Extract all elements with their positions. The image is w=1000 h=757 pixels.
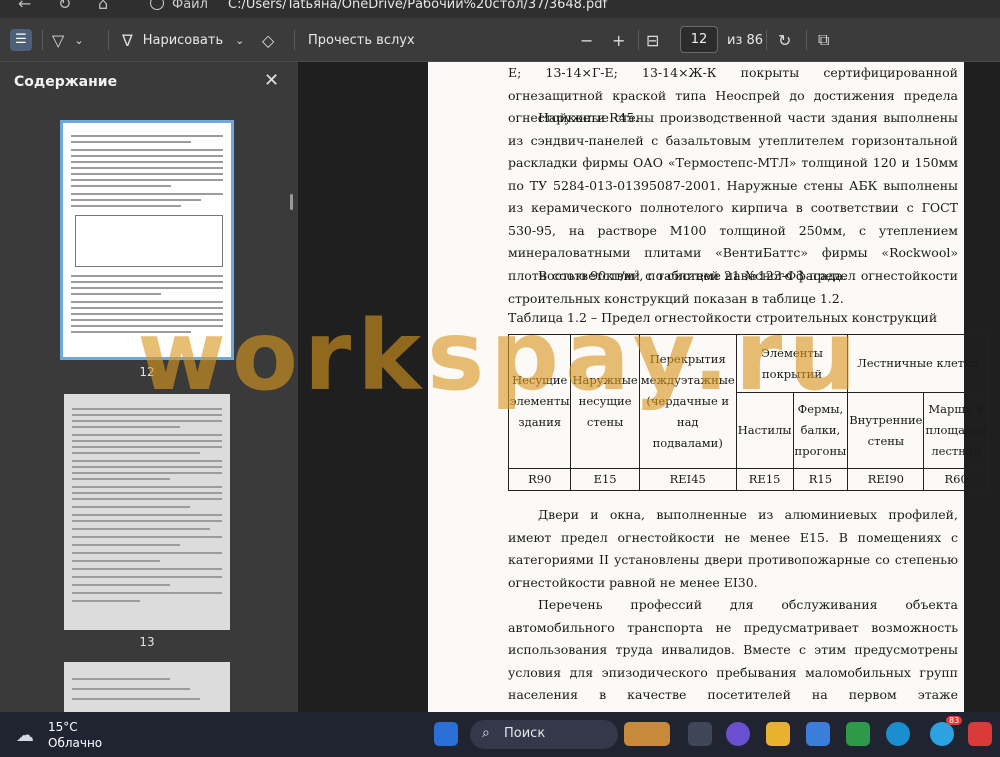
telegram-icon[interactable] — [930, 722, 954, 746]
thumbnail-page-number: 13 — [139, 635, 155, 649]
pdf-toolbar: ☰ ▽ ⌄ ∇ Нарисовать ⌄ ◇ Прочесть вслух − … — [0, 18, 1000, 62]
table-header-cell: Настилы — [735, 392, 794, 469]
page-view-icon: ⧉ — [818, 30, 830, 49]
table-cell: RE15 — [735, 468, 794, 491]
weather-description[interactable]: Облачно — [48, 736, 102, 750]
table-header-cell: Марши и площадки лестниц — [923, 392, 989, 469]
table-cell: R15 — [792, 468, 849, 491]
rotate-button[interactable]: ↻ — [778, 18, 791, 62]
fit-page-button[interactable]: ⊟ — [646, 18, 659, 62]
page-number-input[interactable]: 12 — [680, 26, 718, 53]
widget-image-icon[interactable] — [624, 722, 670, 746]
toolbar-divider — [294, 30, 295, 50]
page-thumbnail[interactable] — [64, 394, 230, 630]
table-caption: Таблица 1.2 – Предел огнестойкости строи… — [508, 310, 938, 325]
doc-paragraph: Перечень профессий для обслуживания объе… — [508, 597, 958, 725]
table-header-cell: Внутренние стены — [847, 392, 925, 469]
toolbar-divider — [42, 30, 43, 50]
close-icon[interactable]: ✕ — [264, 70, 279, 91]
page-total: из 86 — [727, 32, 764, 48]
page-thumbnail[interactable] — [60, 120, 234, 360]
address-bar: ← ↻ ⌂ Файл C:/Users/Tatьяна/OneDrive/Раб… — [0, 0, 1000, 18]
doc-paragraph: Двери и окна, выполненные из алюминиевых… — [508, 507, 958, 590]
taskbar: ☁ 15°C Облачно ⌕ Поиск 83 — [0, 712, 1000, 757]
pen-icon: ∇ — [122, 30, 133, 50]
search-icon: ⌕ — [482, 725, 490, 741]
chat-icon[interactable] — [726, 722, 750, 746]
back-icon[interactable]: ← — [18, 0, 31, 13]
fit-width-icon: ⊟ — [646, 30, 660, 50]
file-explorer-icon[interactable] — [766, 722, 790, 746]
table-cell: R90 — [507, 468, 572, 491]
table-cell: E15 — [570, 468, 640, 491]
table-header-cell: Перекрытия междуэтажные (чердачные и над… — [638, 334, 737, 469]
file-info-icon[interactable] — [150, 0, 164, 10]
highlighter-icon: ▽ — [52, 30, 65, 50]
task-view-icon[interactable] — [688, 722, 712, 746]
minus-icon: − — [580, 30, 594, 50]
rotate-icon: ↻ — [778, 30, 792, 50]
table-header-cell: Элементы покрытий — [735, 334, 849, 393]
page-view-button[interactable]: ⧉ — [818, 18, 829, 62]
table-cell: R60 — [923, 468, 989, 491]
table-header-cell: Наружные несущие стены — [570, 334, 640, 469]
contents-sidebar: Содержание ✕ 12 13 — [0, 62, 298, 712]
eraser-icon: ◇ — [262, 30, 275, 50]
fire-resistance-table: Несущие элементы здания Наружные несущие… — [507, 334, 989, 491]
highlight-button[interactable]: ▽ ⌄ — [52, 18, 84, 62]
notification-badge: 83 — [946, 716, 963, 725]
toolbar-divider — [108, 30, 109, 50]
table-header-cell: Лестничные клетки — [847, 334, 989, 393]
address-path[interactable]: C:/Users/Tatьяна/OneDrive/Рабочий%20стол… — [228, 0, 607, 12]
thumbnail-table — [75, 215, 223, 267]
read-aloud-button[interactable]: Прочесть вслух — [308, 18, 415, 62]
file-label: Файл — [172, 0, 208, 12]
doc-paragraph: В соответствии с таблицей 21 №123-ФЗ пре… — [508, 268, 958, 306]
chevron-down-icon[interactable]: ⌄ — [74, 34, 83, 47]
table-cell: REI90 — [847, 468, 925, 491]
table-header-cell: Фермы, балки, прогоны — [792, 392, 849, 469]
thumbnail-page-number: 12 — [139, 365, 155, 379]
edge-browser-icon[interactable] — [886, 722, 910, 746]
refresh-icon[interactable]: ↻ — [58, 0, 71, 13]
sidebar-title: Содержание — [14, 74, 118, 90]
table-header-cell: Несущие элементы здания — [507, 334, 572, 469]
contents-toggle-button[interactable]: ☰ — [10, 18, 32, 62]
plus-icon: + — [612, 30, 626, 50]
page-thumbnail[interactable] — [64, 662, 230, 712]
toolbar-divider — [766, 30, 767, 50]
search-label: Поиск — [504, 726, 546, 741]
read-aloud-label: Прочесть вслух — [308, 32, 415, 48]
table-cell: REI45 — [638, 468, 737, 491]
home-icon[interactable]: ⌂ — [98, 0, 108, 13]
cloud-icon: ☁ — [16, 725, 34, 746]
chevron-down-icon[interactable]: ⌄ — [235, 34, 244, 47]
app-icon[interactable] — [846, 722, 870, 746]
toolbar-divider — [806, 30, 807, 50]
zoom-out-button[interactable]: − — [580, 18, 593, 62]
taskbar-search[interactable]: ⌕ Поиск — [470, 720, 618, 749]
draw-label: Нарисовать — [142, 32, 224, 48]
sidebar-scrollbar[interactable] — [290, 194, 293, 210]
pdf-page: Е; 13-14×Г-Е; 13-14×Ж-К покрыты сертифиц… — [428, 62, 989, 725]
weather-temperature[interactable]: 15°C — [48, 720, 78, 734]
app-icon[interactable] — [968, 722, 992, 746]
doc-paragraph: Наружные стены производственной части зд… — [508, 110, 958, 283]
store-icon[interactable] — [806, 722, 830, 746]
list-icon: ☰ — [10, 29, 32, 51]
zoom-in-button[interactable]: + — [612, 18, 625, 62]
draw-button[interactable]: ∇ Нарисовать ⌄ — [122, 18, 244, 62]
eraser-button[interactable]: ◇ — [262, 18, 274, 62]
windows-start-icon[interactable] — [434, 722, 458, 746]
toolbar-divider — [638, 30, 639, 50]
